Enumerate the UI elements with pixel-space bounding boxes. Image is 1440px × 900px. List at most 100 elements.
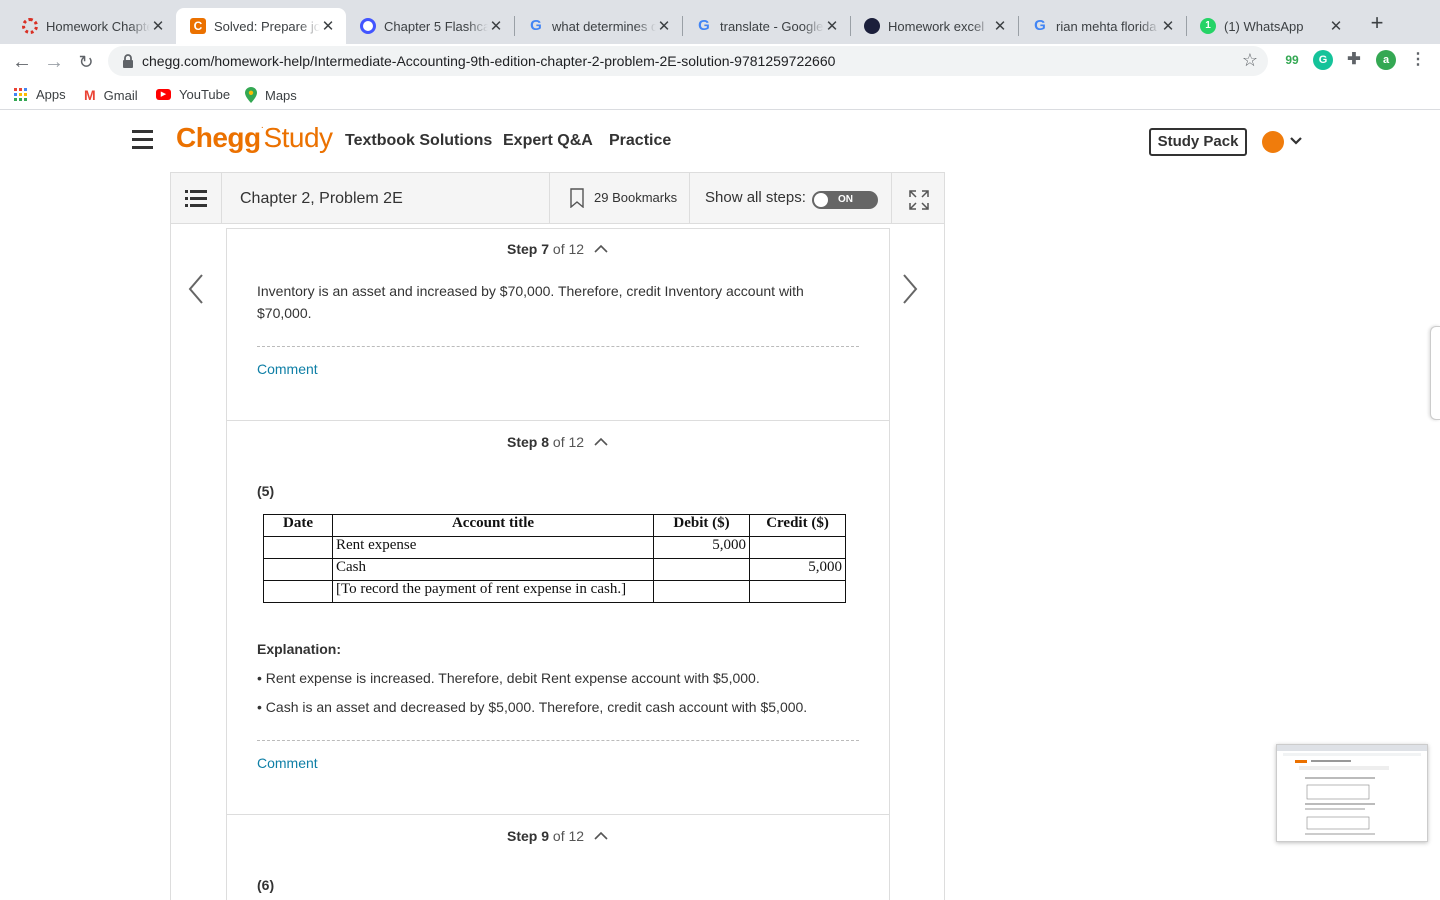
bookmark-maps[interactable]: Maps xyxy=(245,87,297,103)
chevron-up-icon[interactable] xyxy=(594,831,608,841)
journal-entry-table: Date Account title Debit ($) Credit ($) … xyxy=(263,514,846,603)
previous-chevron-icon[interactable] xyxy=(186,273,206,305)
reload-icon[interactable]: ↻ xyxy=(74,50,98,74)
bookmark-icon[interactable] xyxy=(570,188,584,208)
homework-favicon-icon xyxy=(864,18,880,34)
cell-date xyxy=(263,580,333,603)
browser-toolbar: ← → ↻ chegg.com/homework-help/Intermedia… xyxy=(0,44,1440,80)
hamburger-menu-icon[interactable] xyxy=(132,130,153,150)
new-tab-icon[interactable]: + xyxy=(1366,12,1388,36)
close-tab-icon[interactable]: ✕ xyxy=(1160,17,1176,35)
browser-tab-rian-mehta[interactable]: G rian mehta florida ✕ xyxy=(1018,8,1186,44)
close-tab-icon[interactable]: ✕ xyxy=(488,17,504,35)
bookmark-apps[interactable]: Apps xyxy=(14,87,66,102)
step-separator xyxy=(227,814,889,815)
step-label: Step 9 xyxy=(507,828,550,844)
nav-practice[interactable]: Practice xyxy=(609,132,671,150)
bookmark-youtube[interactable]: ▶ YouTube xyxy=(156,87,230,102)
back-arrow-icon[interactable]: ← xyxy=(10,50,34,74)
chegg-favicon-icon: C xyxy=(190,18,206,34)
bookmarks-bar: Apps M Gmail ▶ YouTube Maps xyxy=(0,80,1440,110)
step-7-header[interactable]: Step 7 of 12 xyxy=(507,241,584,257)
close-tab-icon[interactable]: ✕ xyxy=(320,17,336,35)
step-of: of 12 xyxy=(552,828,585,844)
bookmark-star-icon[interactable]: ☆ xyxy=(1242,50,1258,71)
cell-account: [To record the payment of rent expense i… xyxy=(332,580,654,603)
address-bar[interactable]: chegg.com/homework-help/Intermediate-Acc… xyxy=(108,46,1268,76)
browser-tab-solved[interactable]: C Solved: Prepare jo ✕ xyxy=(176,8,346,44)
grammarly-icon[interactable]: G xyxy=(1313,50,1333,70)
show-all-steps-toggle[interactable]: ON xyxy=(812,191,878,209)
whatsapp-favicon-icon: 1 xyxy=(1200,18,1216,34)
header-date: Date xyxy=(263,514,333,537)
header-debit: Debit ($) xyxy=(653,514,750,537)
step-8-comment-link[interactable]: Comment xyxy=(257,755,318,771)
tab-title: rian mehta florida xyxy=(1056,18,1157,34)
bookmark-label: Maps xyxy=(265,87,297,103)
step-8-header[interactable]: Step 8 of 12 xyxy=(507,434,584,450)
close-tab-icon[interactable]: ✕ xyxy=(992,17,1008,35)
tab-title: what determines d xyxy=(552,18,656,34)
logo-product: Study xyxy=(263,122,333,153)
side-panel-tab[interactable] xyxy=(1430,326,1440,420)
chevron-up-icon[interactable] xyxy=(594,437,608,447)
tab-title: Chapter 5 Flashcards xyxy=(384,18,488,34)
extensions-puzzle-icon[interactable]: ✚ xyxy=(1344,50,1364,70)
nav-expert-qa[interactable]: Expert Q&A xyxy=(503,132,593,150)
extension-99-icon[interactable]: 99 xyxy=(1282,50,1302,70)
browser-tab-whatsapp[interactable]: 1 (1) WhatsApp ✕ xyxy=(1186,8,1354,44)
user-avatar[interactable] xyxy=(1262,131,1284,153)
browser-tab-chapter5[interactable]: Chapter 5 Flashcards ✕ xyxy=(346,8,514,44)
divider xyxy=(689,173,690,223)
browser-tab-homework-chapter[interactable]: Homework Chapter ✕ xyxy=(8,8,176,44)
step-9-header[interactable]: Step 9 of 12 xyxy=(507,828,584,844)
google-favicon-icon: G xyxy=(1034,17,1046,34)
part-label: (6) xyxy=(257,877,275,893)
problem-bar: Chapter 2, Problem 2E 29 Bookmarks Show … xyxy=(170,172,945,224)
loading-favicon-icon xyxy=(22,18,38,34)
chevron-up-icon[interactable] xyxy=(594,244,608,254)
table-row: [To record the payment of rent expense i… xyxy=(263,580,846,603)
tab-title: translate - Google xyxy=(720,18,824,34)
cell-credit xyxy=(749,580,846,603)
chegg-study-logo[interactable]: Chegg·Study xyxy=(176,122,333,154)
step-label: Step 8 xyxy=(507,434,550,450)
chevron-down-icon[interactable] xyxy=(1289,134,1303,148)
close-tab-icon[interactable]: ✕ xyxy=(150,17,166,35)
bookmark-gmail[interactable]: M Gmail xyxy=(84,87,138,103)
bookmark-label: YouTube xyxy=(179,87,231,102)
browser-tab-bar: Homework Chapter ✕ C Solved: Prepare jo … xyxy=(0,0,1440,44)
bookmarks-count[interactable]: 29 Bookmarks xyxy=(594,190,677,205)
lock-icon xyxy=(123,54,133,68)
apps-grid-icon xyxy=(14,87,27,101)
header-credit: Credit ($) xyxy=(749,514,846,537)
close-tab-icon[interactable]: ✕ xyxy=(824,17,840,35)
browser-tab-homework-excel[interactable]: Homework excel ✕ xyxy=(850,8,1018,44)
study-pack-button[interactable]: Study Pack xyxy=(1149,128,1247,156)
browser-tab-what-determines[interactable]: G what determines d ✕ xyxy=(514,8,682,44)
google-favicon-icon: G xyxy=(530,17,542,34)
close-tab-icon[interactable]: ✕ xyxy=(1328,17,1344,35)
gmail-icon: M xyxy=(84,87,96,103)
step-of: of 12 xyxy=(552,434,585,450)
bookmark-label: Apps xyxy=(36,87,66,102)
table-header-row: Date Account title Debit ($) Credit ($) xyxy=(263,514,846,537)
step-separator xyxy=(227,420,889,421)
toggle-knob xyxy=(814,193,828,207)
bookmark-label: Gmail xyxy=(103,87,138,103)
profile-avatar[interactable]: a xyxy=(1376,50,1396,70)
table-row: Rent expense 5,000 xyxy=(263,536,846,559)
tab-title: Solved: Prepare jo xyxy=(214,18,320,34)
nav-textbook-solutions[interactable]: Textbook Solutions xyxy=(345,132,492,150)
screenshot-preview-thumbnail[interactable] xyxy=(1276,744,1428,842)
kebab-menu-icon[interactable]: ⋮ xyxy=(1408,50,1428,70)
step-label: Step 7 xyxy=(507,241,550,257)
close-tab-icon[interactable]: ✕ xyxy=(656,17,672,35)
forward-arrow-icon[interactable]: → xyxy=(42,50,66,74)
next-chevron-icon[interactable] xyxy=(900,273,920,305)
explanation-bullet: • Cash is an asset and decreased by $5,0… xyxy=(257,699,808,715)
browser-tab-translate[interactable]: G translate - Google ✕ xyxy=(682,8,850,44)
expand-icon[interactable] xyxy=(908,189,930,211)
step-7-comment-link[interactable]: Comment xyxy=(257,361,318,377)
list-icon[interactable] xyxy=(185,189,207,209)
